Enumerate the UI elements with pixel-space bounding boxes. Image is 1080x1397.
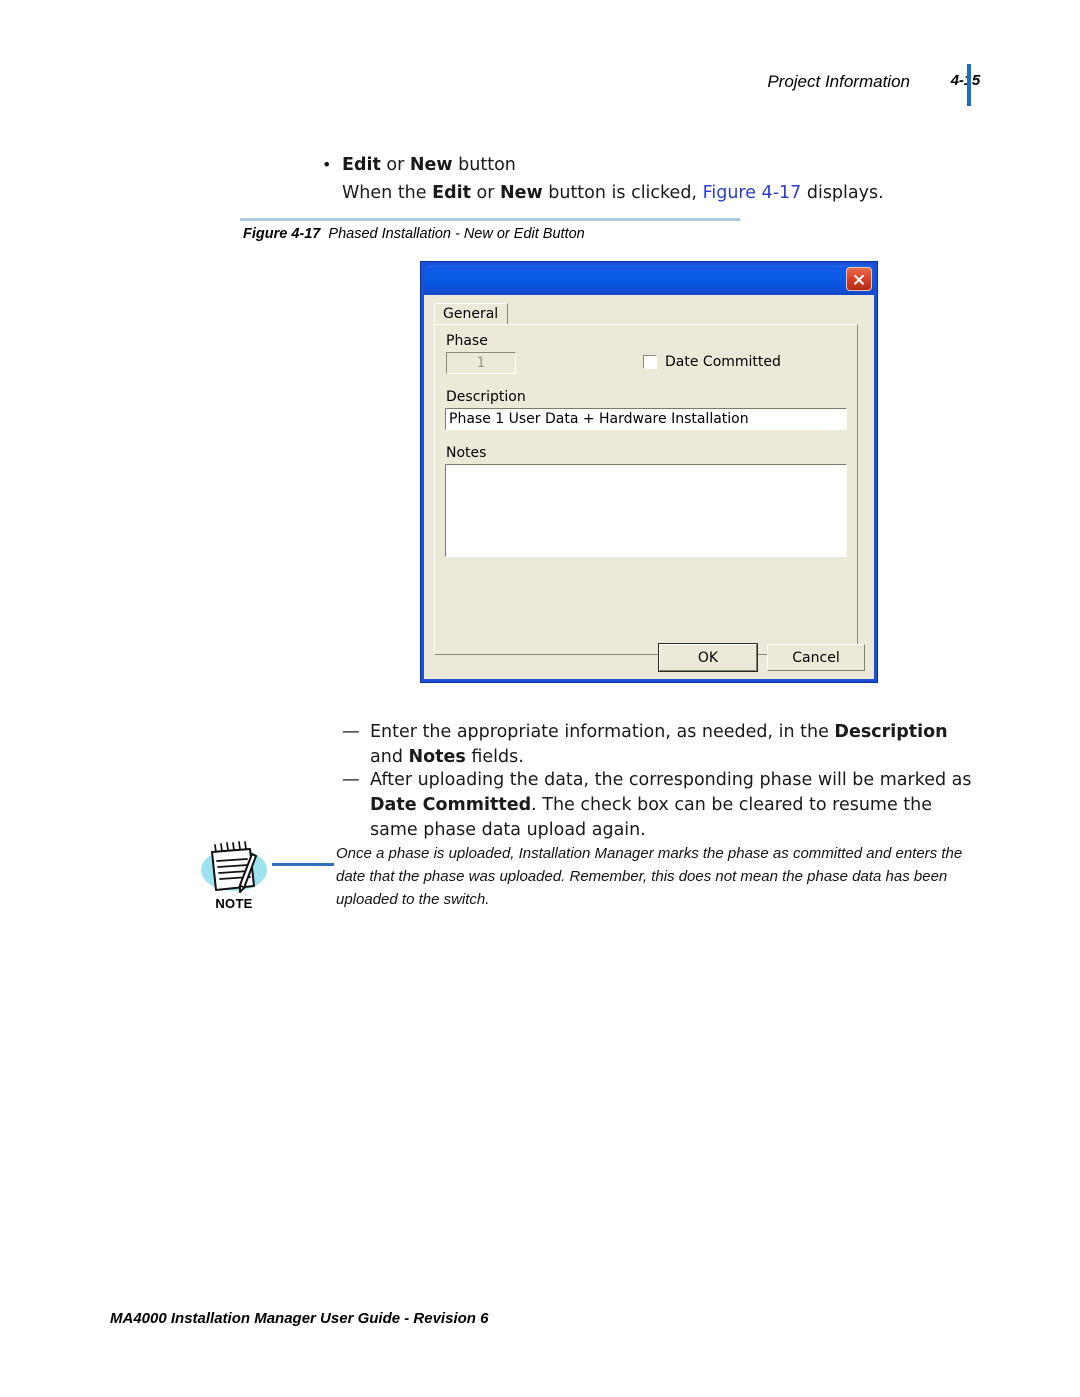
bullet-bold-edit: Edit xyxy=(342,155,381,175)
dash1-part0: Enter the appropriate information, as ne… xyxy=(370,722,835,742)
page-number: 4-15 xyxy=(950,72,980,89)
ok-button[interactable]: OK xyxy=(658,643,758,672)
dash1-part2: and xyxy=(370,747,409,767)
dash1-part4: fields. xyxy=(465,747,524,767)
dash-item-date-committed: — After uploading the data, the correspo… xyxy=(342,768,982,843)
figure-caption-number: Figure 4-17 xyxy=(243,226,321,242)
dialog-title-bar[interactable] xyxy=(424,265,874,295)
note-connector-line xyxy=(272,863,334,866)
subline-mid-2: button is clicked, xyxy=(542,183,703,203)
phase-label: Phase xyxy=(446,333,488,349)
dash-item-description-notes: — Enter the appropriate information, as … xyxy=(342,720,982,770)
phase-dialog-window: General Phase 1 Date Committed Descripti… xyxy=(420,261,878,683)
bullet-tail: button xyxy=(452,155,516,175)
bullet-bold-new: New xyxy=(409,155,453,175)
bullet-marker: • xyxy=(322,155,332,174)
dash-marker: — xyxy=(342,770,360,790)
date-committed-checkbox[interactable] xyxy=(643,355,657,369)
dash2-part1-bold: Date Committed xyxy=(370,795,532,815)
subline-mid: or xyxy=(470,183,500,203)
note-icon: NOTE xyxy=(196,840,276,918)
close-icon[interactable] xyxy=(846,267,872,291)
page-header: Project Information 4-15 xyxy=(0,64,1080,108)
note-label: NOTE xyxy=(215,896,253,911)
figure-caption-text: Phased Installation - New or Edit Button xyxy=(328,226,585,242)
subline-tail: displays. xyxy=(801,183,884,203)
figure-caption: Figure 4-17 Phased Installation - New or… xyxy=(243,226,585,242)
dialog-tab-panel-general: Phase 1 Date Committed Description Phase… xyxy=(434,324,858,655)
bullet-mid: or xyxy=(380,155,410,175)
subline-bold-new: New xyxy=(500,183,543,203)
date-committed-label: Date Committed xyxy=(665,354,781,370)
subline-paragraph: When the Edit or New button is clicked, … xyxy=(342,180,1022,206)
note-callout: NOTE Once a phase is uploaded, Installat… xyxy=(196,840,986,918)
page-header-title: Project Information xyxy=(767,72,910,91)
subline-pre: When the xyxy=(342,183,433,203)
dash1-part1-bold: Description xyxy=(834,722,948,742)
dialog-tabstrip: General xyxy=(434,303,509,325)
description-label: Description xyxy=(446,389,526,405)
dash-item-text: After uploading the data, the correspond… xyxy=(370,768,982,843)
header-accent-bar xyxy=(967,64,971,106)
dialog-body: General Phase 1 Date Committed Descripti… xyxy=(424,295,874,679)
figure-rule xyxy=(240,218,740,221)
notes-textarea[interactable] xyxy=(445,464,847,557)
date-committed-checkbox-row[interactable]: Date Committed xyxy=(643,354,781,370)
dialog-button-row: OK Cancel xyxy=(658,643,865,672)
note-text: Once a phase is uploaded, Installation M… xyxy=(336,845,963,908)
subline-bold-edit: Edit xyxy=(432,183,471,203)
dash1-part3-bold: Notes xyxy=(408,747,466,767)
bullet-item-label: Edit or New button xyxy=(342,152,516,178)
dash-marker: — xyxy=(342,722,360,742)
notes-label: Notes xyxy=(446,445,487,461)
figure-cross-reference-link[interactable]: Figure 4-17 xyxy=(703,183,802,203)
dash2-part0: After uploading the data, the correspond… xyxy=(370,770,972,790)
page-footer: MA4000 Installation Manager User Guide -… xyxy=(110,1310,489,1327)
dash-item-text: Enter the appropriate information, as ne… xyxy=(370,720,982,770)
tab-general[interactable]: General xyxy=(434,303,509,324)
phase-input[interactable]: 1 xyxy=(446,352,516,374)
cancel-button[interactable]: Cancel xyxy=(767,644,865,671)
description-input[interactable]: Phase 1 User Data + Hardware Installatio… xyxy=(445,408,847,430)
